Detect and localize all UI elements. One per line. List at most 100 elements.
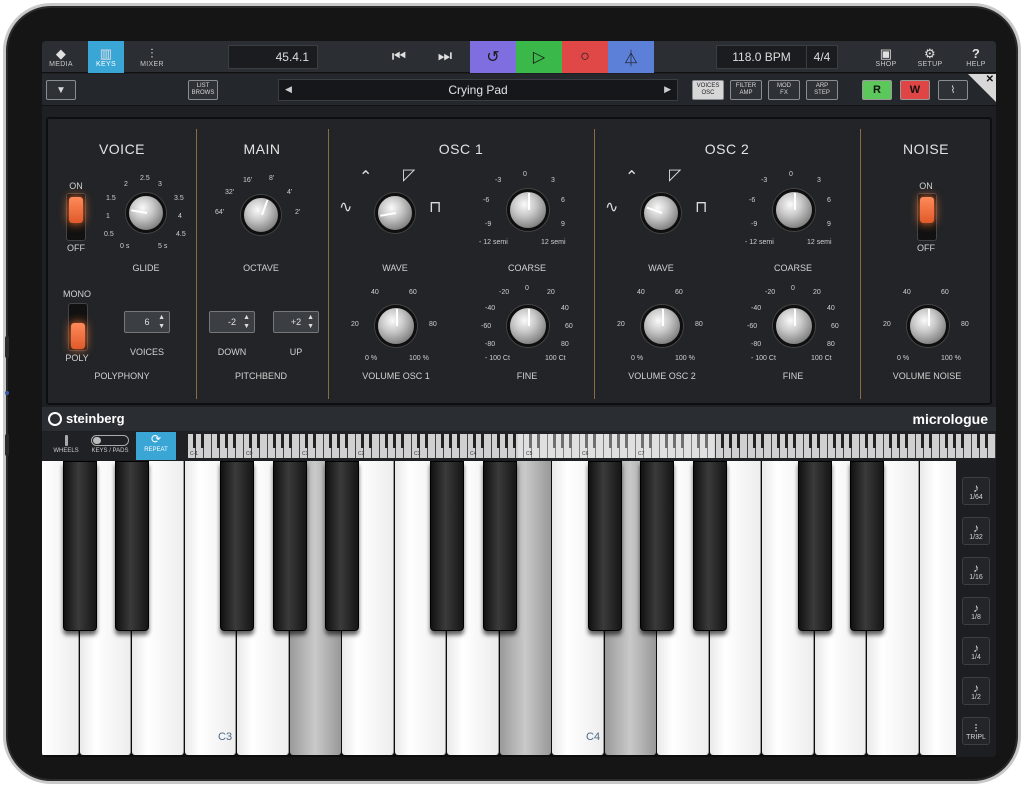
gear-icon: ⚙ [924, 45, 936, 61]
osc2-volume-knob[interactable] [641, 305, 683, 347]
black-key[interactable] [62, 461, 97, 631]
pitchbend-label: PITCHBEND [234, 371, 287, 381]
black-key[interactable] [272, 461, 307, 631]
mini-white-key [908, 434, 915, 458]
keys-button[interactable]: ▥ KEYS [88, 41, 124, 73]
black-key[interactable] [430, 461, 464, 631]
black-key[interactable] [692, 461, 727, 631]
cycle-button[interactable]: ↺ [470, 41, 516, 73]
voices-stepper[interactable]: 6 ▲ ▼ [124, 311, 170, 333]
menu-dropdown-button[interactable]: ▼ [46, 80, 76, 100]
note-repeat-1-2-button[interactable]: ♪ 1/2 [962, 677, 990, 705]
rewind-button[interactable]: ⏮ [376, 41, 422, 73]
osc1-coarse-knob[interactable] [507, 189, 549, 231]
black-key[interactable] [482, 461, 517, 631]
help-label: HELP [966, 60, 986, 68]
mini-white-key [428, 434, 435, 458]
tab-arp-step[interactable]: ARP STEP [806, 80, 838, 100]
triangle-wave-icon: ⌃ [625, 167, 639, 186]
osc1-volume-knob[interactable] [375, 305, 417, 347]
prev-preset-icon[interactable]: ◀ [285, 84, 292, 95]
saw-wave-icon: ◸ [669, 165, 682, 184]
osc2-fine-knob[interactable] [773, 305, 815, 347]
mini-white-key [764, 434, 771, 458]
square-wave-icon: ⊓ [429, 197, 442, 216]
mono-poly-switch[interactable] [68, 303, 88, 351]
record-button[interactable]: ○ [562, 41, 608, 73]
note-repeat-1-64-button[interactable]: ♪ 1/64 [962, 477, 990, 505]
tick: 32' [225, 189, 235, 196]
tick: -3 [761, 177, 768, 184]
tick: - 100 Ct [485, 355, 510, 362]
tempo-display[interactable]: 118.0 BPM [716, 45, 806, 69]
automation-curve-button[interactable]: ⌇ [938, 80, 968, 100]
tab-filter-amp[interactable]: FILTER AMP [730, 80, 762, 100]
close-icon[interactable]: ✕ [986, 74, 994, 85]
keyboard-range-overview[interactable]: C-1 C0 C1 C2 C3 C4 C5 C6 C7 [188, 434, 996, 458]
cycle-icon: ↺ [486, 49, 500, 66]
tick: 64' [215, 209, 225, 216]
black-key[interactable] [640, 461, 674, 631]
octave-knob[interactable] [241, 195, 281, 235]
noise-volume-knob[interactable] [907, 305, 949, 347]
black-key[interactable] [115, 461, 149, 631]
signature-display[interactable]: 4/4 [806, 45, 838, 69]
metronome-button[interactable]: ⏃ [608, 41, 654, 73]
write-automation-button[interactable]: W [900, 80, 930, 100]
help-button[interactable]: ? HELP [958, 41, 994, 73]
black-key[interactable] [587, 461, 622, 631]
visible-range-selector[interactable] [518, 434, 714, 458]
mini-white-key [236, 434, 243, 458]
read-automation-button[interactable]: R [862, 80, 892, 100]
toggle-switch-icon [91, 435, 129, 446]
mini-octave-label: C0 [246, 451, 253, 457]
black-key[interactable] [220, 461, 254, 631]
note-icon: ♪ [973, 680, 979, 695]
note-repeat-1-32-button[interactable]: ♪ 1/32 [962, 517, 990, 545]
preset-selector[interactable]: ◀ Crying Pad ▶ [278, 79, 678, 101]
tick: -40 [751, 305, 762, 312]
osc1-fine-knob[interactable] [507, 305, 549, 347]
glide-knob[interactable] [126, 193, 166, 233]
osc1-wave-knob[interactable] [375, 193, 415, 233]
wheels-toggle[interactable]: WHEELS [48, 434, 84, 458]
mixer-button[interactable]: ⫶ MIXER [134, 41, 170, 73]
play-button[interactable]: ▷ [516, 41, 562, 73]
tick: -40 [485, 305, 496, 312]
black-key[interactable] [850, 461, 884, 631]
note-repeat-1-8-button[interactable]: ♪ 1/8 [962, 597, 990, 625]
keys-pads-toggle[interactable]: KEYS / PADS [88, 434, 132, 458]
noise-on-switch[interactable] [917, 193, 937, 241]
tab-mod-fx[interactable]: MOD FX [768, 80, 800, 100]
osc1-fine-label: FINE [516, 371, 538, 381]
shop-button[interactable]: ▣ SHOP [868, 41, 904, 73]
tick: 9 [561, 221, 565, 228]
pitchbend-up-stepper[interactable]: +2 ▲ ▼ [273, 311, 319, 333]
tab-label: STEP [814, 90, 830, 96]
repeat-icon: ⟳ [150, 432, 162, 446]
synth-panel: VOICE ON OFF 2 2.5 3 1.5 3.5 1 4 0.5 4.5… [46, 117, 992, 405]
repeat-button[interactable]: ⟳ REPEAT [136, 432, 176, 460]
media-button[interactable]: ◆ MEDIA [42, 41, 80, 73]
forward-button[interactable]: ⏭ [422, 41, 468, 73]
voice-on-switch[interactable] [66, 193, 86, 241]
note-repeat-tripl-button[interactable]: ⁝ TRIPL [962, 717, 990, 745]
tick: 100 % [409, 355, 429, 362]
note-repeat-1-4-button[interactable]: ♪ 1/4 [962, 637, 990, 665]
tab-voices-osc[interactable]: VOICES OSC [692, 80, 724, 100]
next-preset-icon[interactable]: ▶ [664, 84, 671, 95]
note-repeat-1-16-button[interactable]: ♪ 1/16 [962, 557, 990, 585]
pitchbend-down-stepper[interactable]: -2 ▲ ▼ [209, 311, 255, 333]
setup-button[interactable]: ⚙ SETUP [912, 41, 948, 73]
tick: 3.5 [174, 195, 184, 202]
tick: -6 [749, 197, 756, 204]
osc2-coarse-knob[interactable] [773, 189, 815, 231]
black-key[interactable] [325, 461, 359, 631]
position-display[interactable]: 45.4.1 [228, 45, 318, 69]
osc2-wave-knob[interactable] [641, 193, 681, 233]
mono-label: MONO [63, 289, 91, 299]
tablet-side-indicator [5, 391, 9, 395]
list-browse-button[interactable]: LIST BROWS [188, 80, 218, 100]
tick: -20 [765, 289, 776, 296]
black-key[interactable] [797, 461, 832, 631]
